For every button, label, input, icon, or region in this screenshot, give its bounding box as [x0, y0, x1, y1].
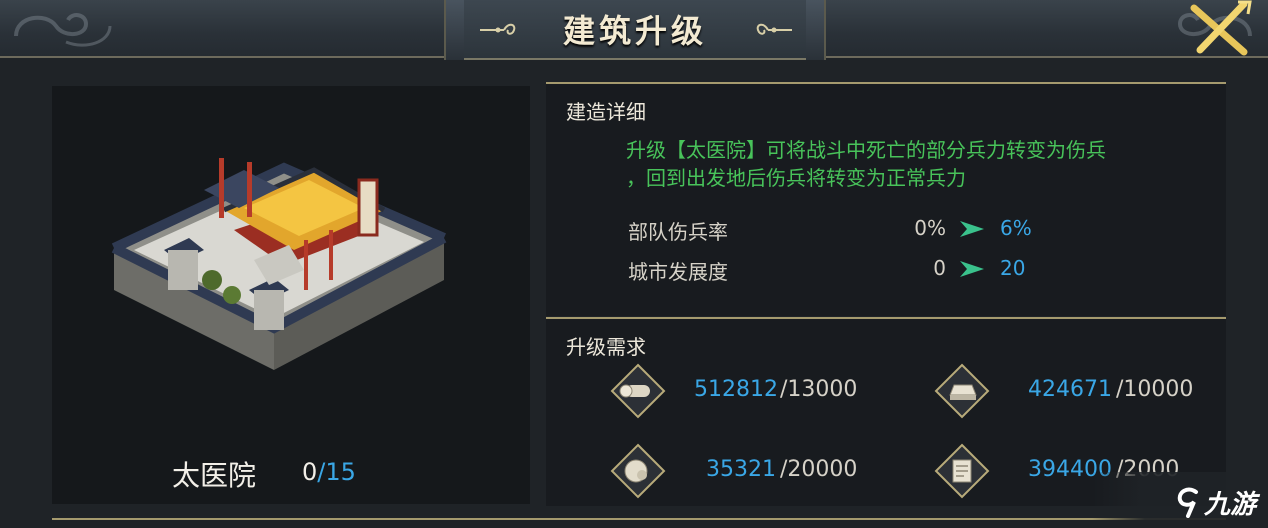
title-plate: 建筑升级: [444, 0, 826, 60]
resource-required: /20000: [780, 457, 858, 482]
building-level: 0/15: [302, 458, 356, 486]
section-title-detail: 建造详细: [566, 100, 646, 124]
requirement-wood: 512812 /13000: [610, 363, 940, 419]
description-line: ，回到出发地后伤兵将转变为正常兵力: [626, 166, 966, 190]
building-panel: 太医院 0/15: [52, 86, 530, 504]
effect-description: 升级【太医院】可将战斗中死亡的部分兵力转变为伤兵 ，回到出发地后伤兵将转变为正常…: [626, 136, 1206, 192]
current-level: 0: [302, 458, 318, 486]
stat-label: 部队伤兵率: [628, 220, 728, 244]
stat-from-value: 0%: [914, 216, 946, 240]
stat-to-value: 6%: [1000, 216, 1032, 240]
watermark-text: 九游: [1204, 490, 1257, 520]
requirement-stone: 35321 /20000: [610, 443, 940, 499]
arrow-right-icon: [960, 221, 984, 237]
resource-owned: 512812: [694, 377, 778, 402]
wood-log-icon: [610, 363, 666, 419]
stone-ore-icon: [610, 443, 666, 499]
bottom-divider: [52, 518, 1226, 520]
requirement-iron: 424671 /10000: [934, 363, 1264, 419]
resource-owned: 424671: [1028, 377, 1112, 402]
resource-required: /13000: [780, 377, 858, 402]
stat-row-city-development: 城市发展度 0 20: [628, 256, 1128, 284]
stat-label: 城市发展度: [628, 260, 728, 284]
stat-to-value: 20: [1000, 256, 1026, 280]
ornament-right-icon: [756, 23, 792, 35]
close-button[interactable]: [1186, 0, 1254, 56]
imperial-hospital-building-image: [111, 158, 447, 370]
resource-required: /10000: [1116, 377, 1194, 402]
stat-row-casualty-rate: 部队伤兵率 0% 6%: [628, 216, 1128, 244]
resource-owned: 35321: [706, 457, 776, 482]
scroll-icon: [934, 443, 990, 499]
stat-from-value: 0: [933, 256, 946, 280]
watermark: 九游: [1092, 472, 1268, 528]
construction-detail-panel: 建造详细 升级【太医院】可将战斗中死亡的部分兵力转变为伤兵 ，回到出发地后伤兵将…: [546, 82, 1226, 316]
max-level: /15: [317, 458, 356, 486]
building-name: 太医院: [172, 459, 257, 492]
description-line: 升级【太医院】可将战斗中死亡的部分兵力转变为伤兵: [626, 138, 1106, 162]
section-title-requirements: 升级需求: [566, 335, 646, 359]
cloud-ornament-icon: [14, 13, 112, 47]
iron-ingot-icon: [934, 363, 990, 419]
nine-game-logo-icon: [1177, 487, 1198, 518]
arrow-right-icon: [960, 261, 984, 277]
